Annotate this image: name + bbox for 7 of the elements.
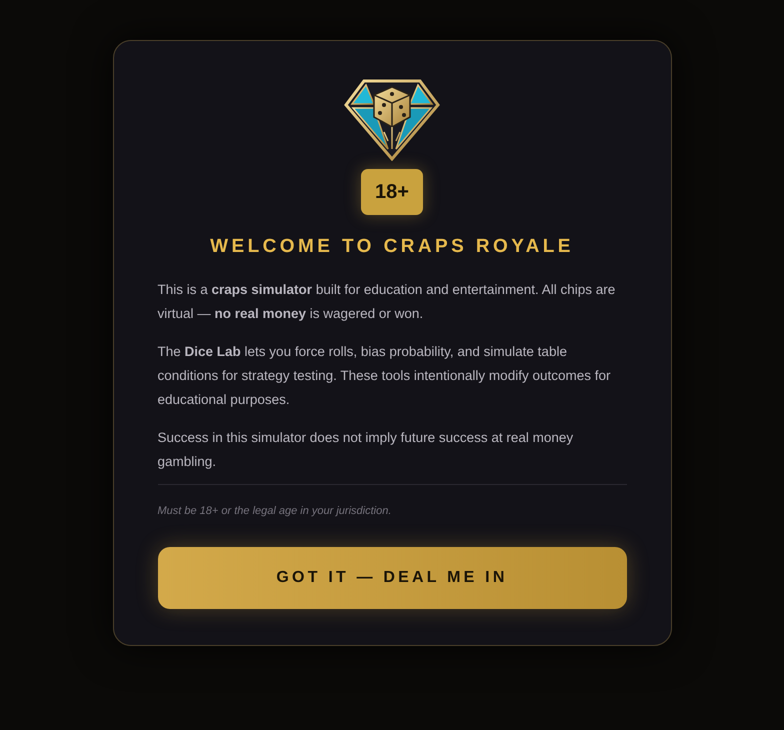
- age-disclaimer: Must be 18+ or the legal age in your jurisdiction.: [158, 504, 392, 518]
- info-paragraph: The Dice Lab lets you force rolls, bias probability, and simulate table conditions for strategy testing. These tools intentionally modify outcomes for educational purposes.: [158, 342, 612, 409]
- age-badge: 18+: [361, 169, 423, 215]
- confirm-button[interactable]: GOT IT — DEAL ME IN: [158, 547, 626, 609]
- dialog-title: WELCOME TO CRAPS ROYALE: [210, 235, 574, 259]
- info-paragraph: This is a craps simulator built for education and entertainment. All chips are virtual — no real money is wagered or won.: [158, 280, 616, 323]
- info-paragraph: Success in this simulator does not imply future success at real money gambling.: [158, 428, 574, 471]
